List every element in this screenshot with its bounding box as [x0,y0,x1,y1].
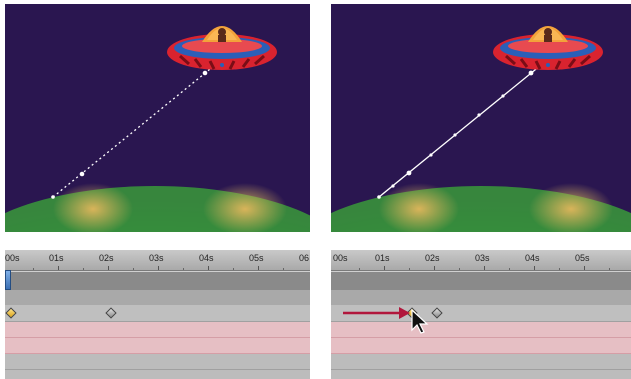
tick-label: 01s [49,253,64,263]
tick-label: 03s [475,253,490,263]
keyframe-track[interactable] [5,305,310,322]
layer-track[interactable] [5,290,310,306]
work-area-bar[interactable] [331,271,631,291]
tick-label: 01s [375,253,390,263]
tick-label: 05s [575,253,590,263]
composition-viewer-left[interactable] [5,4,310,232]
tick-label: 04s [525,253,540,263]
tick-label: 00s [333,253,348,263]
scene-canvas-left [5,4,310,232]
tick-minor [233,268,234,270]
tick-label: 06 [299,253,310,263]
tick-minor [83,268,84,270]
tick-minor [359,268,360,270]
timeline-panel-left[interactable]: 00s 01s 02s 03s 04s 05s 06 [5,250,310,379]
layer-track[interactable] [5,354,310,370]
tick-label: 03s [149,253,164,263]
time-ruler[interactable]: 00s 01s 02s 03s 04s 05s 06 [5,250,310,271]
tick-minor [559,268,560,270]
tick-minor [183,268,184,270]
tick-mark [208,266,209,270]
tick-mark [534,266,535,270]
tick-mark [58,266,59,270]
tick-minor [509,268,510,270]
property-track[interactable] [5,322,310,338]
property-track[interactable] [5,338,310,354]
tick-mark [108,266,109,270]
property-track[interactable] [331,338,631,354]
tick-label: 04s [199,253,214,263]
tick-minor [459,268,460,270]
path-start-point [51,195,55,199]
tick-label: 00s [5,253,20,263]
tick-minor [409,268,410,270]
mouse-pointer-icon [411,308,429,334]
current-time-indicator[interactable] [5,270,11,290]
tick-mark [584,266,585,270]
keyframe-end[interactable] [105,307,117,319]
layer-track[interactable] [331,354,631,370]
tick-mark [158,266,159,270]
tick-label: 02s [425,253,440,263]
tick-mark [384,266,385,270]
tick-mark [434,266,435,270]
tick-mark [484,266,485,270]
path-keyframe-point [79,171,85,177]
keyframe-start[interactable] [5,307,17,319]
tick-minor [33,268,34,270]
tick-label: 05s [249,253,264,263]
arrow-right-icon [343,307,410,319]
tick-minor [133,268,134,270]
tick-minor [609,268,610,270]
scene-canvas-right [331,4,631,232]
timeline-panel-right[interactable]: 00s 01s 02s 03s 04s 05s [331,250,631,379]
work-area-bar[interactable] [5,271,310,291]
tick-mark [258,266,259,270]
path-keyframe-point [202,70,208,76]
path-start-point [377,195,381,199]
time-ruler[interactable]: 00s 01s 02s 03s 04s 05s [331,250,631,271]
keyframe-end[interactable] [431,307,443,319]
composition-viewer-right[interactable] [331,4,631,232]
tick-label: 02s [99,253,114,263]
tick-minor [283,268,284,270]
